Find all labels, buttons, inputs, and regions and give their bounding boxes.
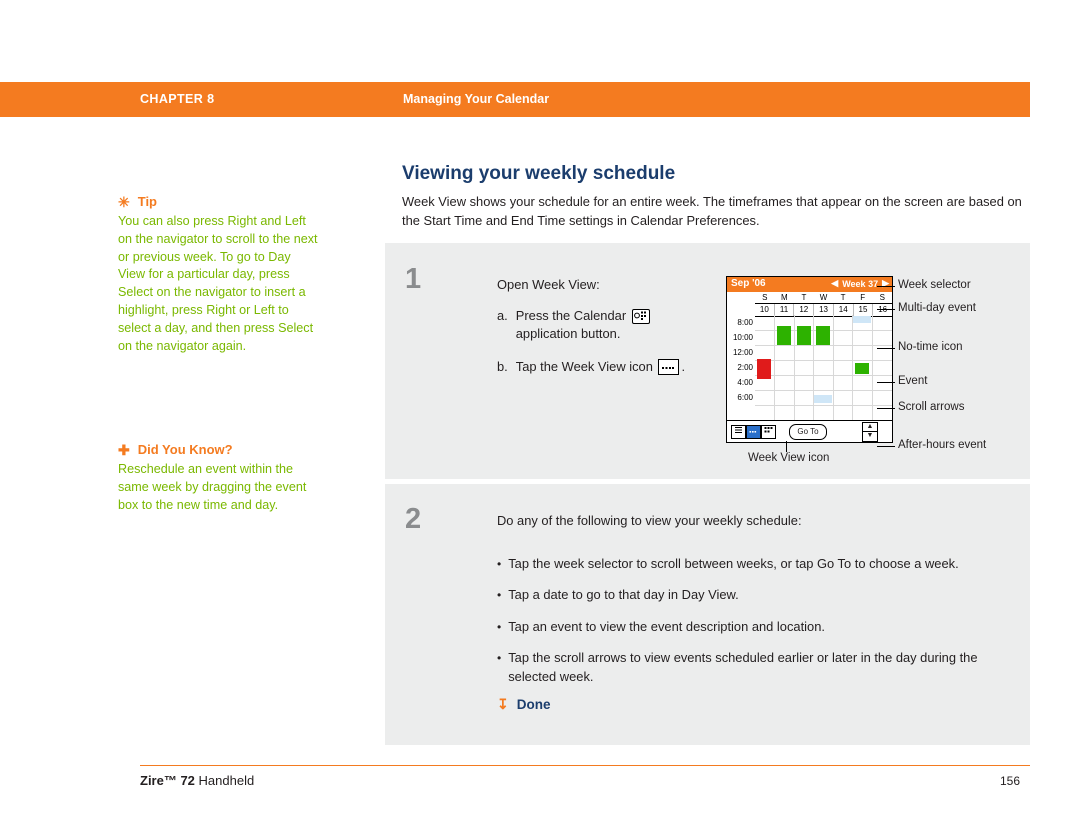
footer-rule [140, 765, 1030, 766]
leader-line [877, 382, 895, 383]
time-label-3: 2:00 [737, 363, 753, 372]
asterisk-icon: ✳ [118, 193, 130, 210]
step-1-body: Open Week View: a. Press the Calendar ap… [497, 276, 712, 376]
leader-line [877, 408, 895, 409]
after-hours-event-marker[interactable] [853, 316, 871, 323]
dow-6: S [879, 293, 885, 302]
bullet-icon: • [497, 651, 502, 665]
down-arrow-icon: ↧ [497, 696, 509, 712]
week-selector[interactable]: ◀ Week 37 ▶ [831, 278, 889, 289]
step-1-lead: Open Week View: [497, 277, 600, 292]
done-marker: ↧ Done [497, 696, 550, 713]
footer-product-suffix: Handheld [194, 773, 255, 788]
tip-block: ✳ Tip You can also press Right and Left … [118, 194, 318, 355]
event-block[interactable] [797, 326, 811, 345]
list-item-text: Tap a date to go to that day in Day View… [508, 587, 739, 602]
chapter-label: CHAPTER 8 [140, 92, 215, 106]
did-you-know-body: Reschedule an event within the same week… [118, 462, 307, 512]
device-bottom-bar: Go To ▲ ▼ [727, 420, 892, 442]
event-block[interactable] [855, 363, 869, 374]
list-item: • Tap the scroll arrows to view events s… [497, 649, 1017, 686]
list-item-text: Tap the scroll arrows to view events sch… [508, 650, 978, 684]
conflict-event-block[interactable] [757, 359, 771, 379]
leader-line [877, 446, 895, 447]
day-of-week-row: S M T W T F S [755, 292, 892, 303]
dow-3: W [819, 293, 828, 302]
step-1a-label: a. [497, 307, 508, 323]
page-title: Viewing your weekly schedule [402, 163, 676, 184]
device-screen: Sep '06 ◀ Week 37 ▶ S M T W T F S 10 11 … [726, 276, 893, 443]
footer-product: Zire™ 72 Handheld [140, 773, 254, 788]
callout-multi-day-event: Multi-day event [898, 302, 976, 314]
callout-after-hours-event: After-hours event [898, 439, 987, 451]
callout-no-time-icon: No-time icon [898, 341, 963, 353]
list-item: • Tap a date to go to that day in Day Vi… [497, 586, 1017, 605]
step-1b-text: Tap the Week View icon . [515, 358, 686, 376]
section-label: Managing Your Calendar [403, 92, 550, 106]
callout-week-selector: Week selector [898, 279, 971, 291]
dow-4: T [840, 293, 846, 302]
week-view-icon-selected[interactable] [746, 425, 761, 439]
step-1a-text: Press the Calendar application button. [516, 307, 652, 344]
step-1b-label: b. [497, 358, 508, 374]
callout-scroll-arrows: Scroll arrows [898, 401, 965, 413]
step-2-number: 2 [405, 503, 422, 535]
week-view-icon [658, 359, 680, 376]
callout-event: Event [898, 375, 928, 387]
dow-1: M [781, 293, 788, 302]
done-label: Done [516, 697, 551, 712]
leader-line [877, 348, 895, 349]
list-item: • Tap an event to view the event descrip… [497, 618, 1017, 637]
event-block[interactable] [816, 326, 830, 345]
tip-heading: ✳ Tip [118, 194, 318, 209]
bullet-icon: • [497, 619, 502, 634]
tip-title: Tip [137, 194, 157, 209]
bullet-icon: • [497, 556, 502, 571]
list-item: • Tap the week selector to scroll betwee… [497, 555, 1017, 574]
intro-paragraph: Week View shows your schedule for an ent… [402, 194, 1022, 228]
time-label-2: 12:00 [732, 348, 753, 357]
device-week-grid: S M T W T F S 10 11 12 13 14 15 16 8:00 … [727, 292, 892, 420]
leader-line [786, 441, 787, 452]
did-you-know-heading: ✚ Did You Know? [118, 442, 318, 457]
time-label-5: 6:00 [737, 393, 753, 402]
time-column: 8:00 10:00 12:00 2:00 4:00 6:00 [727, 315, 755, 420]
device-month-label: Sep '06 [731, 278, 766, 289]
leader-line [877, 309, 895, 310]
leader-line [877, 286, 895, 287]
scroll-down-arrow-icon[interactable]: ▼ [862, 431, 878, 442]
time-label-0: 8:00 [737, 318, 753, 327]
time-label-1: 10:00 [732, 333, 753, 342]
did-you-know-title: Did You Know? [137, 442, 233, 457]
day-view-icon[interactable] [731, 425, 746, 439]
footer-product-name: Zire™ 72 [140, 773, 195, 788]
week-view-icon-caption: Week View icon [748, 452, 830, 464]
step-1-number: 1 [405, 263, 422, 295]
dow-5: F [860, 293, 866, 302]
dow-0: S [762, 293, 768, 302]
calendar-app-button-icon [631, 308, 650, 324]
bullet-icon: • [497, 588, 502, 602]
step-2-lead: Do any of the following to view your wee… [497, 513, 802, 528]
multi-day-event-marker[interactable] [814, 395, 832, 403]
tip-body: You can also press Right and Left on the… [118, 214, 318, 353]
dow-2: T [801, 293, 807, 302]
page-number: 156 [1000, 774, 1021, 788]
list-item-text: Tap an event to view the event descripti… [508, 618, 825, 634]
plus-icon: ✚ [118, 441, 130, 458]
week-label: Week 37 [842, 278, 879, 289]
did-you-know-block: ✚ Did You Know? Reschedule an event with… [118, 442, 318, 514]
event-block[interactable] [777, 326, 791, 345]
week-prev-arrow-icon[interactable]: ◀ [831, 278, 838, 289]
week-next-arrow-icon[interactable]: ▶ [882, 278, 889, 289]
step-2-body: Do any of the following to view your wee… [497, 512, 1017, 699]
time-label-4: 4:00 [737, 378, 753, 387]
go-to-button[interactable]: Go To [789, 424, 827, 440]
list-item-text: Tap the week selector to scroll between … [508, 555, 959, 571]
month-view-icon[interactable] [761, 425, 776, 439]
event-grid[interactable] [755, 315, 892, 420]
